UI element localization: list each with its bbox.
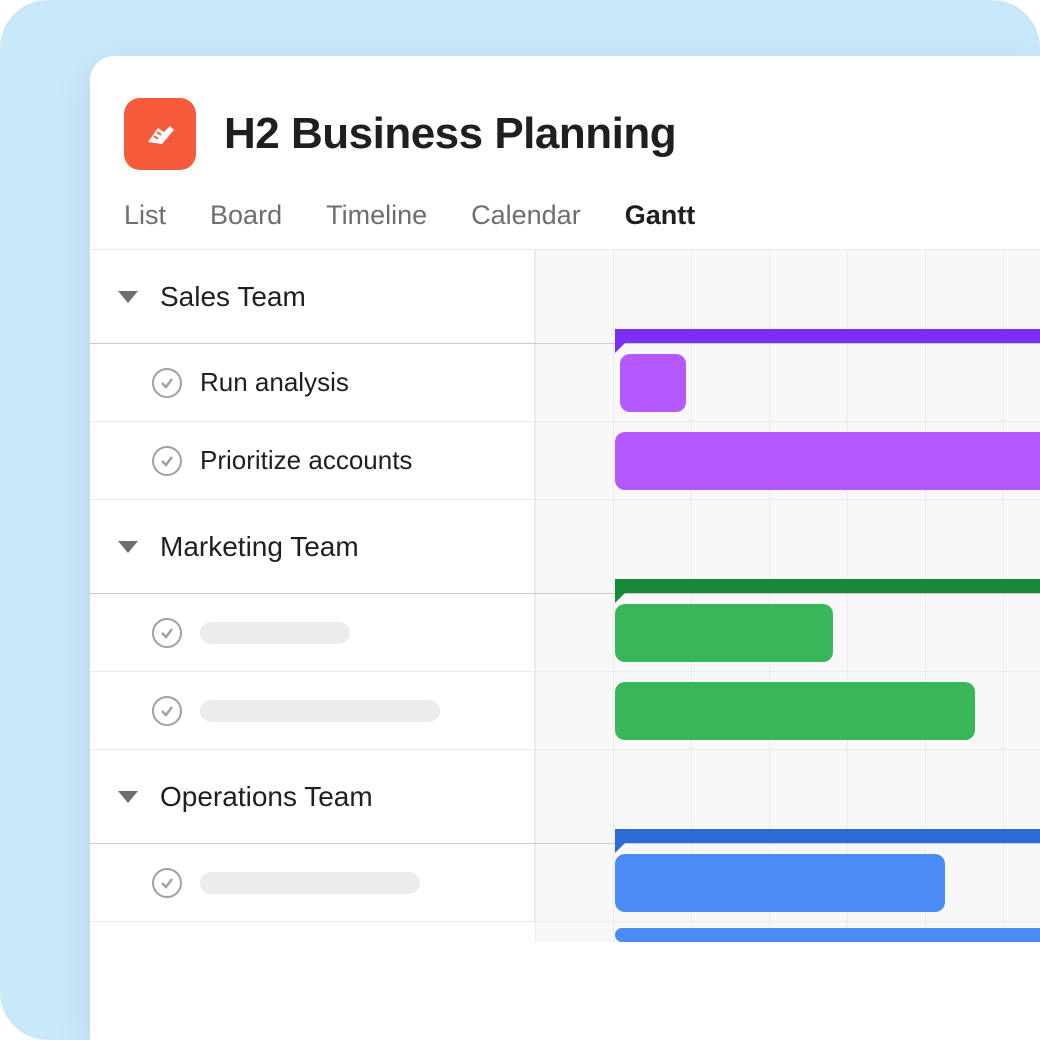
project-header: H2 Business Planning bbox=[90, 56, 1040, 170]
task-row[interactable] bbox=[90, 594, 1040, 672]
backdrop: H2 Business Planning List Board Timeline… bbox=[0, 0, 1040, 1040]
tab-board[interactable]: Board bbox=[210, 200, 282, 231]
caret-down-icon[interactable] bbox=[118, 541, 138, 553]
check-circle-icon[interactable] bbox=[152, 868, 182, 898]
gantt-bar[interactable] bbox=[615, 854, 945, 912]
gantt-summary-bar[interactable] bbox=[615, 829, 1040, 843]
gantt-summary-bar[interactable] bbox=[615, 579, 1040, 593]
check-circle-icon[interactable] bbox=[152, 446, 182, 476]
gantt-area: Sales Team Run analysis Prioritize accou… bbox=[90, 249, 1040, 942]
project-title: H2 Business Planning bbox=[224, 109, 676, 159]
task-label: Run analysis bbox=[200, 367, 349, 398]
task-label: Prioritize accounts bbox=[200, 445, 412, 476]
tab-list[interactable]: List bbox=[124, 200, 166, 231]
task-row[interactable] bbox=[90, 922, 1040, 942]
section-label: Marketing Team bbox=[160, 531, 359, 563]
section-row-operations[interactable]: Operations Team bbox=[90, 750, 1040, 844]
check-circle-icon[interactable] bbox=[152, 368, 182, 398]
task-row[interactable] bbox=[90, 672, 1040, 750]
gantt-bar[interactable] bbox=[620, 354, 686, 412]
caret-down-icon[interactable] bbox=[118, 291, 138, 303]
gantt-bar[interactable] bbox=[615, 682, 975, 740]
task-row[interactable] bbox=[90, 844, 1040, 922]
gantt-bar[interactable] bbox=[615, 432, 1040, 490]
check-circle-icon[interactable] bbox=[152, 696, 182, 726]
caret-down-icon[interactable] bbox=[118, 791, 138, 803]
tab-calendar[interactable]: Calendar bbox=[471, 200, 581, 231]
shoe-icon bbox=[140, 114, 180, 154]
tab-timeline[interactable]: Timeline bbox=[326, 200, 427, 231]
task-label-placeholder bbox=[200, 700, 440, 722]
task-label-placeholder bbox=[200, 872, 420, 894]
section-label: Operations Team bbox=[160, 781, 373, 813]
task-row[interactable]: Prioritize accounts bbox=[90, 422, 1040, 500]
task-row[interactable]: Run analysis bbox=[90, 344, 1040, 422]
task-label-placeholder bbox=[200, 622, 350, 644]
section-label: Sales Team bbox=[160, 281, 306, 313]
section-row-sales[interactable]: Sales Team bbox=[90, 250, 1040, 344]
tab-gantt[interactable]: Gantt bbox=[625, 200, 696, 231]
check-circle-icon[interactable] bbox=[152, 618, 182, 648]
gantt-bar[interactable] bbox=[615, 928, 1040, 942]
view-tabs: List Board Timeline Calendar Gantt bbox=[90, 170, 1040, 249]
app-card: H2 Business Planning List Board Timeline… bbox=[90, 56, 1040, 1040]
gantt-bar[interactable] bbox=[615, 604, 833, 662]
gantt-summary-bar[interactable] bbox=[615, 329, 1040, 343]
project-icon bbox=[124, 98, 196, 170]
section-row-marketing[interactable]: Marketing Team bbox=[90, 500, 1040, 594]
